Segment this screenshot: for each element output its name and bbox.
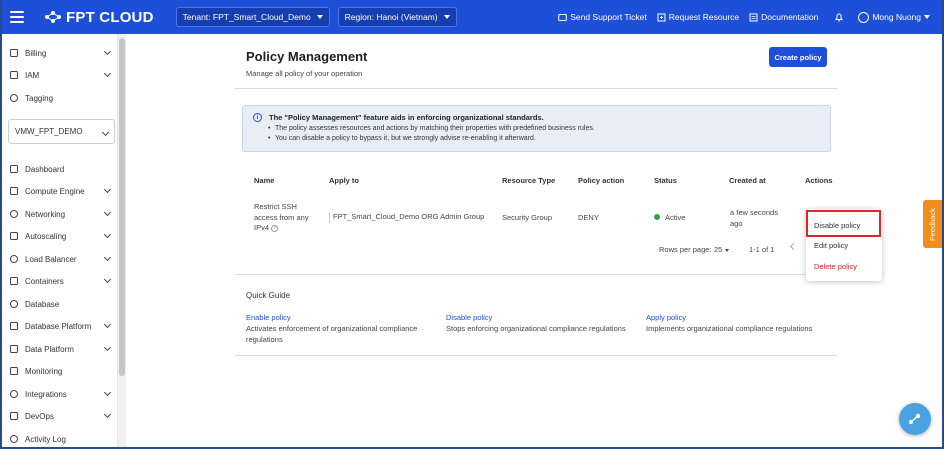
window-frame xyxy=(0,0,944,449)
